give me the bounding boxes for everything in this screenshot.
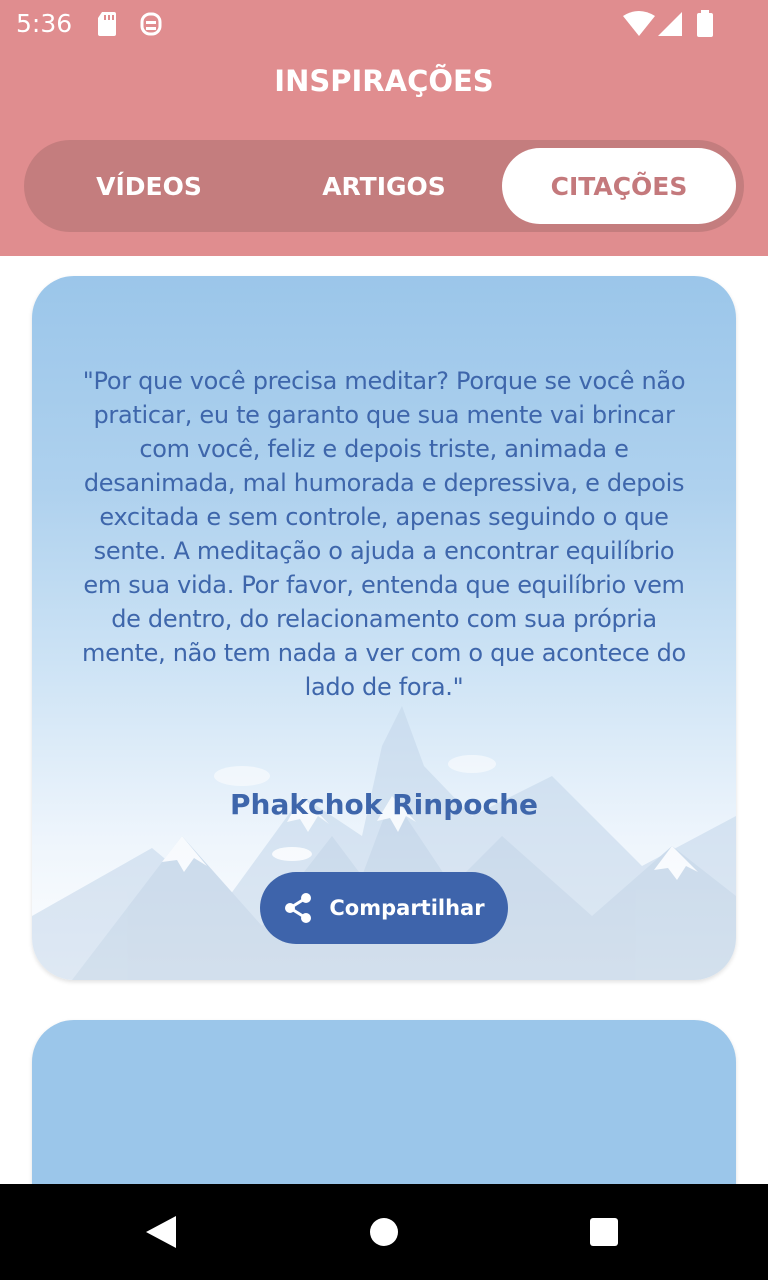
debug-icon (138, 10, 164, 42)
status-time: 5:36 (16, 9, 73, 38)
battery-icon (696, 10, 714, 42)
quote-author: Phakchok Rinpoche (230, 788, 538, 821)
quote-card: "Por que você precisa meditar? Porque se… (32, 276, 736, 980)
header: INSPIRAÇÕES VÍDEOS ARTIGOS CITAÇÕES (0, 48, 768, 256)
share-button[interactable]: Compartilhar (260, 872, 508, 944)
tab-videos[interactable]: VÍDEOS (32, 148, 266, 224)
signal-icon (656, 10, 684, 42)
home-icon[interactable] (368, 1214, 400, 1254)
quote-text: "Por que você precisa meditar? Porque se… (82, 367, 686, 701)
recents-icon[interactable] (588, 1214, 620, 1254)
share-icon (283, 892, 313, 924)
page-title: INSPIRAÇÕES (274, 64, 494, 98)
status-bar: 5:36 (0, 0, 768, 48)
tab-articles[interactable]: ARTIGOS (267, 148, 501, 224)
tab-bar: VÍDEOS ARTIGOS CITAÇÕES (24, 140, 744, 232)
sd-card-icon (96, 10, 118, 42)
wifi-icon (622, 10, 656, 42)
back-icon[interactable] (144, 1214, 178, 1254)
navigation-bar (0, 1184, 768, 1280)
share-label: Compartilhar (329, 896, 485, 920)
tab-quotes[interactable]: CITAÇÕES (502, 148, 736, 224)
